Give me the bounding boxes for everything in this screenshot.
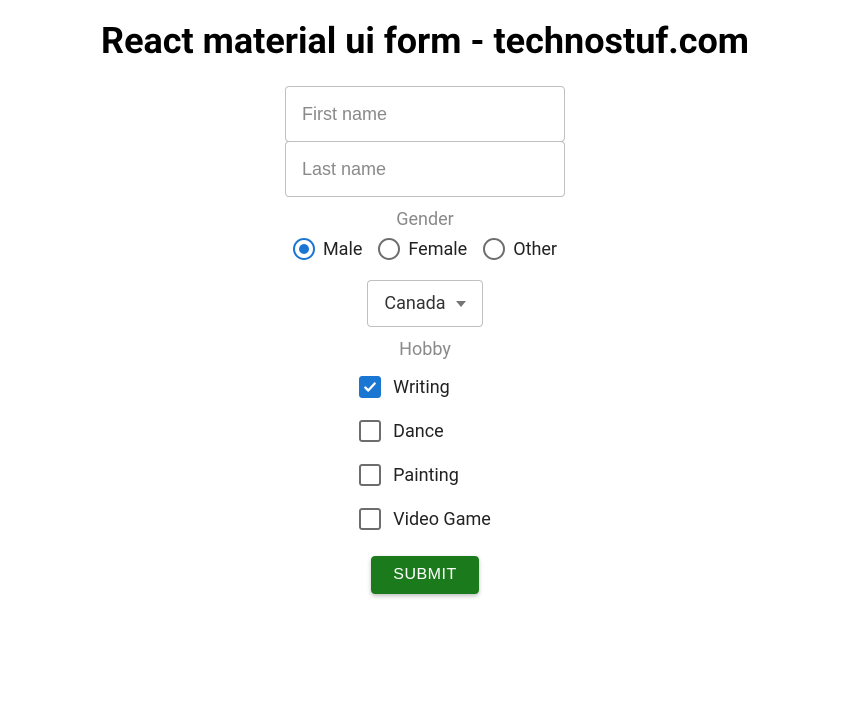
radio-label: Other bbox=[513, 239, 557, 260]
checkbox-icon bbox=[359, 420, 381, 442]
checkbox-label: Dance bbox=[393, 421, 444, 442]
first-name-input[interactable] bbox=[285, 86, 565, 142]
checkbox-icon bbox=[359, 376, 381, 398]
hobby-checkbox-group: Writing Dance Painting Video Game bbox=[359, 376, 491, 530]
country-select[interactable]: Canada bbox=[367, 280, 482, 327]
gender-radio-female[interactable]: Female bbox=[378, 238, 467, 260]
page-title: React material ui form - technostuf.com bbox=[20, 20, 830, 62]
gender-radio-group: Male Female Other bbox=[293, 238, 557, 260]
hobby-label: Hobby bbox=[399, 339, 451, 360]
checkbox-label: Painting bbox=[393, 465, 459, 486]
hobby-checkbox-painting[interactable]: Painting bbox=[359, 464, 459, 486]
checkbox-icon bbox=[359, 508, 381, 530]
last-name-input[interactable] bbox=[285, 141, 565, 197]
form-container: Gender Male Female Other Canada Hobby Wr… bbox=[20, 86, 830, 594]
hobby-checkbox-videogame[interactable]: Video Game bbox=[359, 508, 491, 530]
radio-icon bbox=[483, 238, 505, 260]
gender-label: Gender bbox=[396, 209, 454, 230]
caret-down-icon bbox=[456, 301, 466, 307]
gender-radio-other[interactable]: Other bbox=[483, 238, 557, 260]
checkbox-label: Video Game bbox=[393, 509, 491, 530]
gender-radio-male[interactable]: Male bbox=[293, 238, 362, 260]
radio-label: Male bbox=[323, 239, 362, 260]
country-selected-label: Canada bbox=[384, 293, 445, 314]
hobby-checkbox-writing[interactable]: Writing bbox=[359, 376, 450, 398]
radio-icon bbox=[378, 238, 400, 260]
radio-icon bbox=[293, 238, 315, 260]
submit-button[interactable]: SUBMIT bbox=[371, 556, 478, 594]
checkbox-icon bbox=[359, 464, 381, 486]
hobby-checkbox-dance[interactable]: Dance bbox=[359, 420, 444, 442]
radio-label: Female bbox=[408, 239, 467, 260]
checkbox-label: Writing bbox=[393, 377, 450, 398]
